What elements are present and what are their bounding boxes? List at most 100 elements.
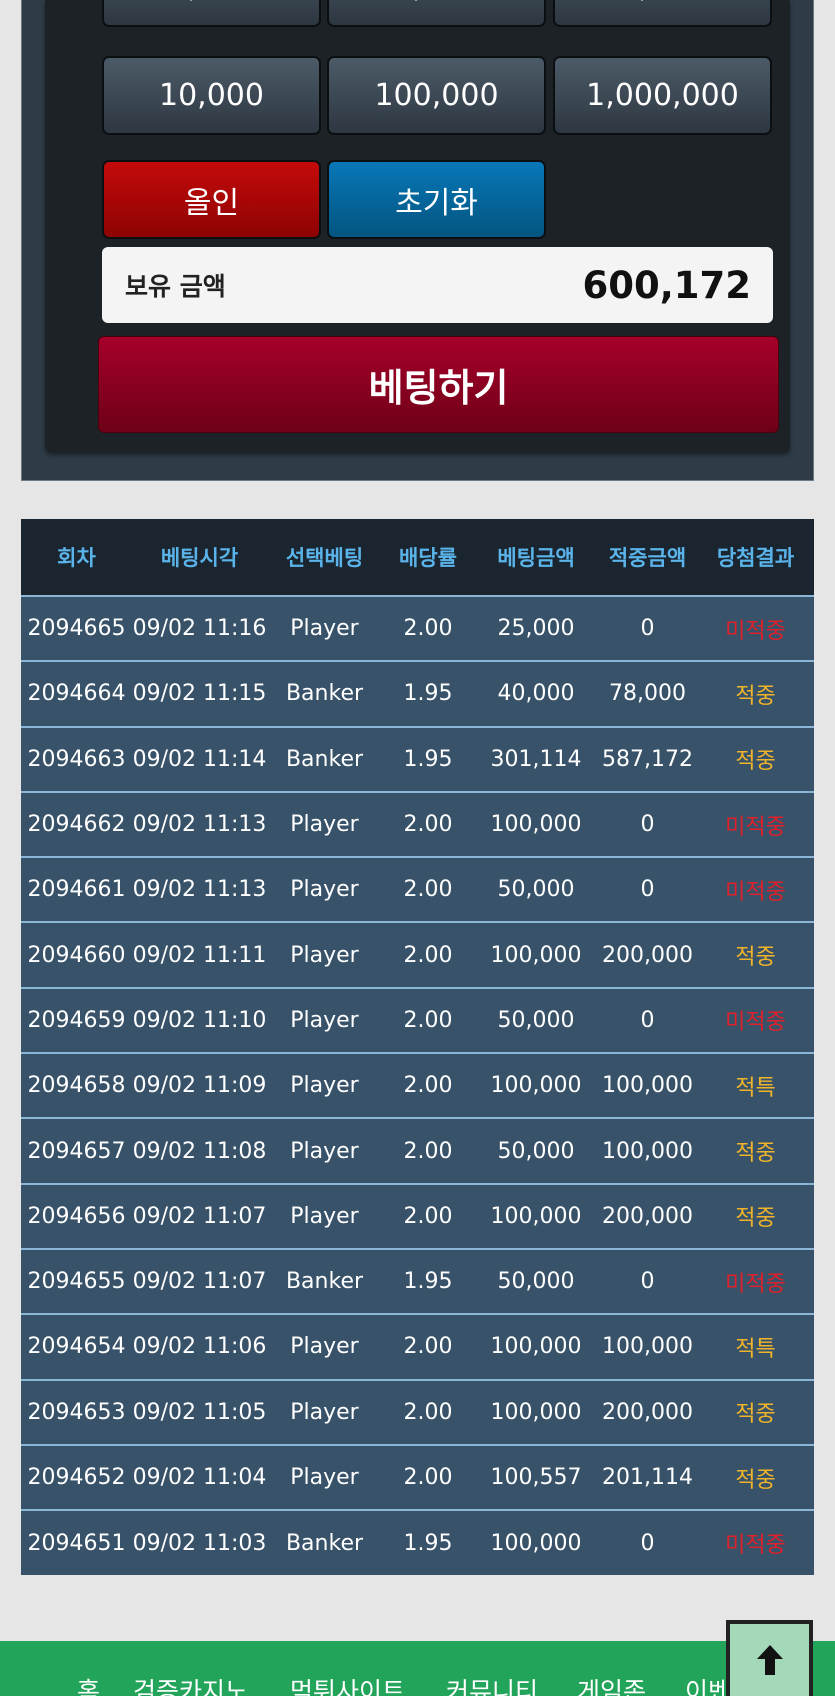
cell-odds: 1.95 [382, 1509, 474, 1576]
cell-round: 2094651 [21, 1509, 132, 1576]
cell-result: 적특 [697, 1052, 814, 1119]
cell-selection: Banker [267, 660, 382, 727]
allin-button[interactable]: 올인 [102, 160, 321, 239]
table-row: 2094660 09/02 11:11 Player 2.00 100,000 200,0… [21, 921, 814, 988]
cell-round: 2094656 [21, 1182, 132, 1249]
cell-result: 미적중 [697, 986, 814, 1054]
cell-odds: 2.00 [382, 1443, 474, 1511]
cell-win-amount: 100,000 [598, 1052, 697, 1119]
balance-box: 보유 금액 600,172 [102, 247, 773, 323]
cell-bet-amount: 100,000 [474, 790, 598, 858]
arrow-up-icon [756, 1645, 783, 1675]
scroll-to-top-button[interactable] [726, 1620, 813, 1696]
cell-round: 2094662 [21, 790, 132, 858]
cell-odds: 2.00 [382, 1117, 474, 1184]
cell-bet-time: 09/02 11:14 [132, 725, 267, 792]
chip-button-10000[interactable]: 10,000 [102, 56, 321, 135]
chip-button-5000-b[interactable]: 5,000 [553, 0, 772, 27]
cell-win-amount: 100,000 [598, 1117, 697, 1184]
cell-selection: Player [267, 856, 382, 923]
cell-selection: Banker [267, 1509, 382, 1576]
cell-round: 2094657 [21, 1117, 132, 1184]
header-odds: 배당률 [382, 519, 474, 596]
cell-odds: 1.95 [382, 725, 474, 792]
cell-bet-amount: 100,000 [474, 1052, 598, 1119]
nav-item-verified-casino[interactable]: 검증카지노 [133, 1672, 248, 1696]
table-row: 2094664 09/02 11:15 Banker 1.95 40,000 78,000… [21, 660, 814, 727]
cell-bet-time: 09/02 11:04 [132, 1443, 267, 1511]
table-row: 2094662 09/02 11:13 Player 2.00 100,000 0 미적중 [21, 790, 814, 858]
nav-item-home[interactable]: 홈 [77, 1672, 100, 1696]
nav-item-community[interactable]: 커뮤니티 [446, 1672, 538, 1696]
cell-round: 2094665 [21, 594, 132, 662]
cell-selection: Player [267, 594, 382, 662]
nav-item-game-zone[interactable]: 게임존 [577, 1672, 646, 1696]
cell-round: 2094659 [21, 986, 132, 1054]
chip-button-1000[interactable]: 1,000 [102, 0, 321, 27]
place-bet-button[interactable]: 베팅하기 [98, 336, 779, 433]
cell-win-amount: 0 [598, 1509, 697, 1576]
cell-bet-time: 09/02 11:07 [132, 1247, 267, 1315]
cell-selection: Player [267, 1443, 382, 1511]
cell-bet-time: 09/02 11:05 [132, 1378, 267, 1445]
cell-bet-amount: 100,000 [474, 1509, 598, 1576]
header-round: 회차 [21, 519, 132, 596]
cell-bet-time: 09/02 11:06 [132, 1313, 267, 1380]
cell-bet-amount: 50,000 [474, 1247, 598, 1315]
cell-odds: 2.00 [382, 594, 474, 662]
cell-round: 2094655 [21, 1247, 132, 1315]
cell-odds: 2.00 [382, 790, 474, 858]
cell-bet-amount: 100,000 [474, 1313, 598, 1380]
cell-bet-amount: 50,000 [474, 856, 598, 923]
cell-bet-amount: 100,000 [474, 921, 598, 988]
table-row: 2094657 09/02 11:08 Player 2.00 50,000 100,00… [21, 1117, 814, 1184]
cell-bet-time: 09/02 11:07 [132, 1182, 267, 1249]
cell-odds: 2.00 [382, 856, 474, 923]
table-row: 2094654 09/02 11:06 Player 2.00 100,000 100,0… [21, 1313, 814, 1380]
cell-round: 2094664 [21, 660, 132, 727]
cell-round: 2094652 [21, 1443, 132, 1511]
cell-bet-time: 09/02 11:09 [132, 1052, 267, 1119]
betting-panel-inner: 1,000 5,000 5,000 10,000 100,000 1,000,0… [45, 0, 790, 452]
cell-selection: Banker [267, 725, 382, 792]
cell-result: 미적중 [697, 1509, 814, 1576]
cell-selection: Player [267, 921, 382, 988]
table-row: 2094661 09/02 11:13 Player 2.00 50,000 0 미적중 [21, 856, 814, 923]
cell-result: 적중 [697, 1443, 814, 1511]
cell-selection: Player [267, 790, 382, 858]
cell-odds: 1.95 [382, 660, 474, 727]
cell-selection: Player [267, 1378, 382, 1445]
cell-round: 2094658 [21, 1052, 132, 1119]
cell-round: 2094653 [21, 1378, 132, 1445]
cell-bet-time: 09/02 11:13 [132, 856, 267, 923]
cell-bet-amount: 50,000 [474, 1117, 598, 1184]
cell-win-amount: 200,000 [598, 1182, 697, 1249]
cell-result: 적중 [697, 725, 814, 792]
table-row: 2094663 09/02 11:14 Banker 1.95 301,114 587,1… [21, 725, 814, 792]
reset-button[interactable]: 초기화 [327, 160, 546, 239]
balance-value: 600,172 [582, 263, 751, 307]
cell-win-amount: 78,000 [598, 660, 697, 727]
cell-bet-time: 09/02 11:16 [132, 594, 267, 662]
chip-button-1000000[interactable]: 1,000,000 [553, 56, 772, 135]
cell-result: 미적중 [697, 790, 814, 858]
cell-result: 적특 [697, 1313, 814, 1380]
cell-bet-time: 09/02 11:10 [132, 986, 267, 1054]
cell-selection: Player [267, 1313, 382, 1380]
cell-bet-time: 09/02 11:03 [132, 1509, 267, 1576]
cell-win-amount: 0 [598, 856, 697, 923]
table-row: 2094665 09/02 11:16 Player 2.00 25,000 0 미적중 [21, 594, 814, 662]
cell-selection: Player [267, 986, 382, 1054]
cell-round: 2094654 [21, 1313, 132, 1380]
chip-button-100000[interactable]: 100,000 [327, 56, 546, 135]
table-row: 2094652 09/02 11:04 Player 2.00 100,557 201,1… [21, 1443, 814, 1511]
cell-win-amount: 0 [598, 1247, 697, 1315]
table-row: 2094659 09/02 11:10 Player 2.00 50,000 0 미적중 [21, 986, 814, 1054]
cell-win-amount: 201,114 [598, 1443, 697, 1511]
cell-result: 적중 [697, 921, 814, 988]
nav-item-scam-sites[interactable]: 먹튀사이트 [290, 1672, 405, 1696]
chip-button-5000[interactable]: 5,000 [327, 0, 546, 27]
cell-bet-amount: 50,000 [474, 986, 598, 1054]
cell-odds: 2.00 [382, 986, 474, 1054]
cell-bet-time: 09/02 11:15 [132, 660, 267, 727]
